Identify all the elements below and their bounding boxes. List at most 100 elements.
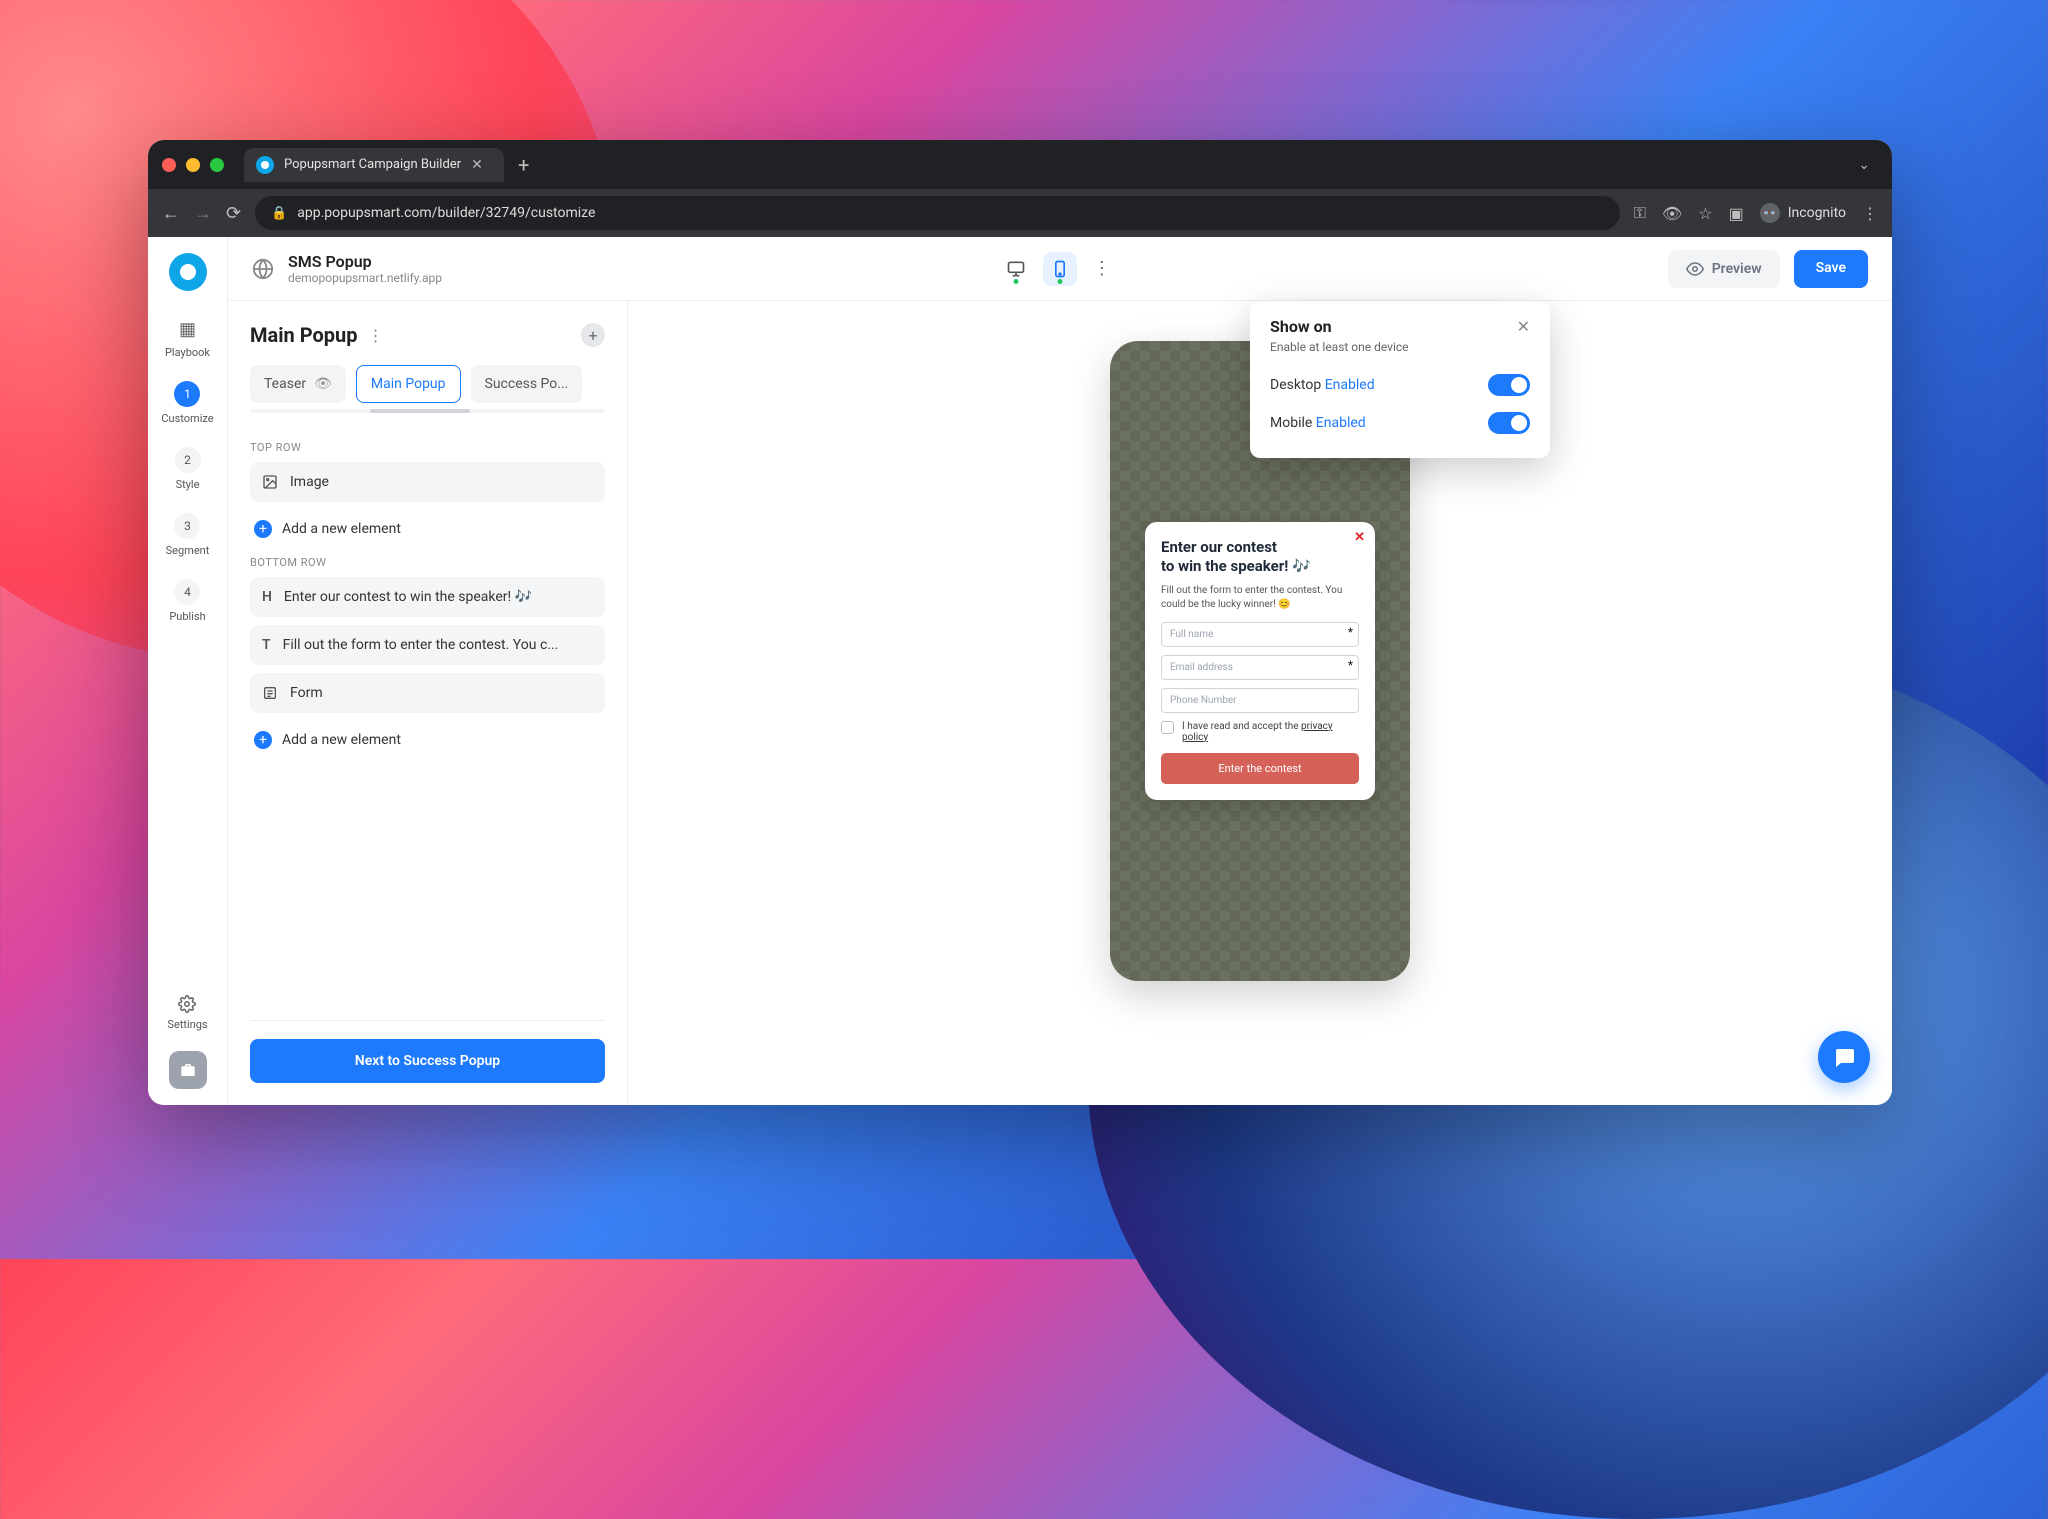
app-topbar: SMS Popup demopopupsmart.netlify.app ⋮ [228, 237, 1892, 301]
workspace: Main Popup ⋮ + Teaser👁 Main Popup Succes… [228, 301, 1892, 1105]
rail-playbook[interactable]: ▦ Playbook [165, 319, 210, 359]
eye-icon [1686, 260, 1704, 278]
showon-mobile-row: Mobile Enabled [1270, 404, 1530, 442]
campaign-domain: demopopupsmart.netlify.app [288, 271, 442, 285]
next-button[interactable]: Next to Success Popup [250, 1039, 605, 1083]
panel-add-icon[interactable]: + [581, 323, 605, 347]
desktop-toggle[interactable] [1488, 374, 1530, 396]
device-desktop-button[interactable] [999, 252, 1033, 286]
input-full-name[interactable]: Full name [1161, 622, 1359, 647]
preview-button[interactable]: Preview [1668, 250, 1780, 288]
panel-title: Main Popup [250, 323, 357, 347]
bottom-row-label: BOTTOM ROW [250, 556, 605, 569]
rail-briefcase[interactable] [169, 1051, 207, 1089]
app-logo[interactable] [169, 253, 207, 291]
consent-checkbox[interactable]: I have read and accept the privacy polic… [1161, 721, 1359, 743]
chat-fab[interactable] [1818, 1031, 1870, 1083]
tab-title: Popupsmart Campaign Builder [284, 157, 461, 172]
app-root: ▦ Playbook 1 Customize 2 Style 3 Segment… [148, 237, 1892, 1105]
input-phone[interactable]: Phone Number [1161, 688, 1359, 713]
showon-close-icon[interactable]: ✕ [1517, 317, 1530, 336]
tab-success[interactable]: Success Po... [471, 365, 583, 403]
nav-reload-icon[interactable]: ⟳ [226, 203, 241, 224]
popup-state-tabs: Teaser👁 Main Popup Success Po... [250, 365, 605, 403]
address-url: app.popupsmart.com/builder/32749/customi… [297, 205, 595, 221]
show-on-popover: Show on ✕ Enable at least one device Des… [1250, 301, 1550, 458]
rail-step-publish[interactable]: 4 Publish [169, 579, 205, 623]
desktop-icon [1006, 259, 1026, 279]
window-minimize[interactable] [186, 158, 200, 172]
gear-icon [178, 995, 196, 1013]
device-more-icon[interactable]: ⋮ [1093, 258, 1111, 279]
browser-toolbar: ← → ⟳ 🔒 app.popupsmart.com/builder/32749… [148, 189, 1892, 237]
lock-icon: 🔒 [271, 206, 287, 221]
incognito-badge[interactable]: 👓Incognito [1760, 203, 1846, 223]
popup-close-icon[interactable]: ✕ [1354, 530, 1365, 545]
popup-submit-button[interactable]: Enter the contest [1161, 753, 1359, 784]
tabs-overflow-icon[interactable]: ⌄ [1850, 157, 1878, 173]
nav-back-icon[interactable]: ← [162, 203, 180, 224]
browser-tab[interactable]: Popupsmart Campaign Builder ✕ [244, 148, 504, 182]
checkbox-icon [1161, 721, 1174, 734]
element-heading[interactable]: H Enter our contest to win the speaker! … [250, 577, 605, 617]
input-email[interactable]: Email address [1161, 655, 1359, 680]
eye-off-icon: 👁 [314, 376, 332, 392]
campaign-title: SMS Popup [288, 252, 442, 271]
showon-desktop-row: Desktop Enabled [1270, 366, 1530, 404]
window-traffic-lights [162, 158, 224, 172]
window-close[interactable] [162, 158, 176, 172]
customize-panel: Main Popup ⋮ + Teaser👁 Main Popup Succes… [228, 301, 628, 1105]
text-icon: T [262, 637, 271, 653]
tab-favicon [256, 156, 274, 174]
browser-tabstrip: Popupsmart Campaign Builder ✕ + ⌄ [148, 140, 1892, 189]
nav-forward-icon[interactable]: → [194, 203, 212, 224]
tab-close-icon[interactable]: ✕ [471, 157, 483, 173]
chat-icon [1832, 1045, 1856, 1069]
add-element-top[interactable]: +Add a new element [250, 510, 605, 548]
eye-off-icon[interactable]: 👁 [1662, 204, 1682, 223]
showon-subtitle: Enable at least one device [1270, 340, 1530, 354]
briefcase-icon [179, 1061, 197, 1079]
rail-settings[interactable]: Settings [167, 995, 207, 1031]
globe-icon [252, 258, 274, 280]
grid-icon: ▦ [179, 319, 196, 340]
showon-title: Show on [1270, 317, 1332, 336]
panel-menu-icon[interactable]: ⋮ [367, 326, 383, 345]
left-rail: ▦ Playbook 1 Customize 2 Style 3 Segment… [148, 237, 228, 1105]
popup-heading: Enter our contest to win the speaker! 🎶 [1161, 538, 1359, 576]
toolbar-right: ⚿ 👁 ☆ ▣ 👓Incognito ⋮ [1634, 203, 1878, 223]
tabs-scrollbar[interactable] [250, 409, 605, 413]
topbar-title-block: SMS Popup demopopupsmart.netlify.app [288, 252, 442, 285]
main-area: SMS Popup demopopupsmart.netlify.app ⋮ [228, 237, 1892, 1105]
address-bar[interactable]: 🔒 app.popupsmart.com/builder/32749/custo… [255, 196, 1620, 230]
plus-icon: + [254, 731, 272, 749]
rail-step-segment[interactable]: 3 Segment [166, 513, 210, 557]
save-button[interactable]: Save [1794, 250, 1868, 288]
rail-step-style[interactable]: 2 Style [175, 447, 201, 491]
mobile-toggle[interactable] [1488, 412, 1530, 434]
tab-main-popup[interactable]: Main Popup [356, 365, 461, 403]
element-image[interactable]: Image [250, 462, 605, 502]
panel-icon[interactable]: ▣ [1729, 204, 1744, 223]
element-text[interactable]: T Fill out the form to enter the contest… [250, 625, 605, 665]
popup-preview: ✕ Enter our contest to win the speaker! … [1145, 522, 1375, 800]
image-icon [262, 474, 278, 490]
new-tab-button[interactable]: + [518, 153, 529, 177]
form-icon [262, 685, 278, 701]
browser-window: Popupsmart Campaign Builder ✕ + ⌄ ← → ⟳ … [148, 140, 1892, 1105]
top-row-label: TOP ROW [250, 441, 605, 454]
device-mobile-button[interactable] [1043, 252, 1077, 286]
popup-text: Fill out the form to enter the contest. … [1161, 584, 1359, 612]
preview-canvas: Show on ✕ Enable at least one device Des… [628, 301, 1892, 1105]
tab-teaser[interactable]: Teaser👁 [250, 365, 346, 403]
star-icon[interactable]: ☆ [1698, 204, 1712, 223]
mobile-icon [1050, 259, 1070, 279]
add-element-bottom[interactable]: +Add a new element [250, 721, 605, 759]
plus-icon: + [254, 520, 272, 538]
rail-step-customize[interactable]: 1 Customize [161, 381, 213, 425]
element-form[interactable]: Form [250, 673, 605, 713]
browser-menu-icon[interactable]: ⋮ [1862, 204, 1878, 223]
window-zoom[interactable] [210, 158, 224, 172]
key-icon[interactable]: ⚿ [1634, 203, 1646, 223]
heading-icon: H [262, 589, 272, 605]
